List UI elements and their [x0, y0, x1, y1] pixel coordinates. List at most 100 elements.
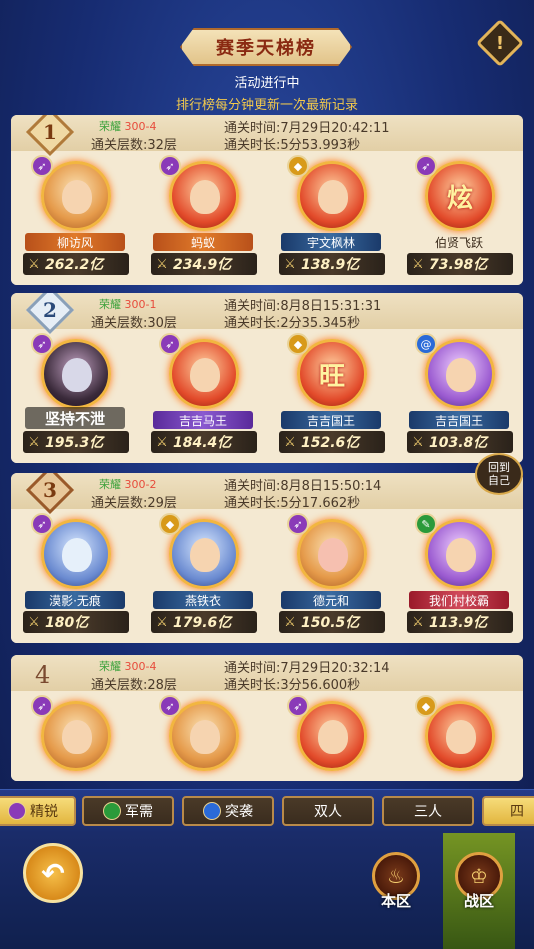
- power-bar: ⚔ 150.5亿: [279, 611, 385, 633]
- hero-slot[interactable]: @ 吉吉国王 ⚔ 103.8亿: [401, 333, 517, 453]
- power-bar: ⚔ 73.98亿: [407, 253, 513, 275]
- power-bar: ⚔ 195.3亿: [23, 431, 129, 453]
- rank-card-1[interactable]: 1 荣耀 300-4 通关层数:32层 通关时间:7月29日20:42:11 通…: [11, 115, 523, 285]
- title-banner: 赛季天梯榜: [180, 28, 352, 66]
- power-bar: ⚔ 184.4亿: [151, 431, 257, 453]
- bow-icon: ➶: [159, 333, 181, 355]
- sword-icon: ⚔: [28, 256, 40, 272]
- rank-card-4[interactable]: 4 荣耀 300-4 通关层数:28层 通关时间:7月29日20:32:14 通…: [11, 655, 523, 781]
- hero-slot[interactable]: ✎ 我们村校霸 ⚔ 113.9亿: [401, 513, 517, 633]
- rank-gold-icon: 1: [25, 115, 75, 157]
- tab-supply[interactable]: 军需: [82, 796, 174, 826]
- hero-slot[interactable]: ➶: [17, 695, 133, 781]
- category-tabs: 精锐 军需 突袭 双人 三人 四: [0, 789, 534, 833]
- shield-icon: ◆: [287, 333, 309, 355]
- hero-name: 蚂蚁: [153, 233, 253, 251]
- tab-raid[interactable]: 突袭: [182, 796, 274, 826]
- bow-icon: [8, 802, 26, 820]
- sword-icon: ⚔: [412, 256, 424, 272]
- server-tag: 荣耀 300-1: [99, 298, 157, 311]
- hero-name: 德元和: [281, 591, 381, 609]
- rank-badge: 3: [19, 473, 81, 515]
- sword-icon: ⚔: [284, 434, 296, 450]
- bow-icon: ➶: [159, 155, 181, 177]
- tab-duo[interactable]: 双人: [282, 796, 374, 826]
- hero-slot[interactable]: 炫 ➶ 伯贤飞跃 ⚔ 73.98亿: [401, 155, 517, 275]
- hero-slot[interactable]: ➶ 漠影·无痕 ⚔ 180亿: [17, 513, 133, 633]
- rank-card-3[interactable]: 3 荣耀 300-2 通关层数:29层 通关时间:8月8日15:50:14 通关…: [11, 473, 523, 643]
- rank-silver-icon: 2: [25, 293, 75, 335]
- swirl-icon: [203, 802, 221, 820]
- pass-duration: 通关时长:3分56.600秒: [224, 678, 361, 693]
- power-bar: ⚔ 113.9亿: [407, 611, 513, 633]
- shield-icon: ◆: [159, 513, 181, 535]
- hero-name: 漠影·无痕: [25, 591, 125, 609]
- hero-slot[interactable]: ➶ 德元和 ⚔ 150.5亿: [273, 513, 389, 633]
- sword-icon: ⚔: [284, 256, 296, 272]
- power-bar: ⚔ 262.2亿: [23, 253, 129, 275]
- sword-icon: ⚔: [156, 256, 168, 272]
- leaf-icon: ✎: [415, 513, 437, 535]
- power-bar: ⚔ 180亿: [23, 611, 129, 633]
- hero-slot[interactable]: ➶ 柳访风 ⚔ 262.2亿: [17, 155, 133, 275]
- hero-name: 柳访风: [25, 233, 125, 251]
- back-arrow-icon[interactable]: ↶: [23, 843, 83, 903]
- power-bar: ⚔ 152.6亿: [279, 431, 385, 453]
- rank-number: 4: [35, 661, 51, 689]
- sword-icon: ⚔: [28, 434, 40, 450]
- sword-icon: ⚔: [412, 614, 424, 630]
- bow-icon: ➶: [415, 155, 437, 177]
- floors-cleared: 通关层数:28层: [91, 678, 177, 693]
- hero-slot[interactable]: ➶ 吉吉马王 ⚔ 184.4亿: [145, 333, 261, 453]
- hero-slot[interactable]: ◆ 宇文枫林 ⚔ 138.9亿: [273, 155, 389, 275]
- hero-slot[interactable]: ➶ 坚持不泄 ⚔ 195.3亿: [17, 333, 133, 453]
- sword-icon: ⚔: [156, 614, 168, 630]
- swirl-icon: @: [415, 333, 437, 355]
- hero-name: 吉吉马王: [153, 411, 253, 429]
- pass-duration: 通关时长:5分53.993秒: [224, 138, 361, 153]
- shield-icon: ◆: [415, 695, 437, 717]
- nav-war-zone[interactable]: ♔ 战区: [449, 852, 509, 912]
- floors-cleared: 通关层数:29层: [91, 496, 177, 511]
- floors-cleared: 通关层数:32层: [91, 138, 177, 153]
- rank-card-2[interactable]: 2 荣耀 300-1 通关层数:30层 通关时间:8月8日15:31:31 通关…: [11, 293, 523, 463]
- exclamation-icon: !: [495, 32, 505, 54]
- hero-slot[interactable]: ➶: [273, 695, 389, 781]
- bow-icon: ➶: [287, 695, 309, 717]
- rank-badge: 1: [19, 115, 81, 157]
- shield-icon: ◆: [287, 155, 309, 177]
- bow-icon: ➶: [159, 695, 181, 717]
- hero-name: 吉吉国王: [409, 411, 509, 429]
- hero-name: 吉吉国王: [281, 411, 381, 429]
- hero-slot[interactable]: ◆: [401, 695, 517, 781]
- sword-icon: ⚔: [412, 434, 424, 450]
- hero-slot[interactable]: 旺 ◆ 吉吉国王 ⚔ 152.6亿: [273, 333, 389, 453]
- sword-icon: ⚔: [156, 434, 168, 450]
- bow-icon: ➶: [287, 513, 309, 535]
- power-bar: ⚔ 234.9亿: [151, 253, 257, 275]
- floors-cleared: 通关层数:30层: [91, 316, 177, 331]
- page-title: 赛季天梯榜: [216, 38, 316, 59]
- hero-name: 我们村校霸: [409, 591, 509, 609]
- tab-elite[interactable]: 精锐: [0, 796, 76, 826]
- bow-icon: ➶: [31, 695, 53, 717]
- back-to-self-button[interactable]: 回到 自己: [475, 453, 523, 495]
- hero-slot[interactable]: ➶ 蚂蚁 ⚔ 234.9亿: [145, 155, 261, 275]
- bow-icon: ➶: [31, 513, 53, 535]
- hero-name: 宇文枫林: [281, 233, 381, 251]
- hero-name: 燕铁衣: [153, 591, 253, 609]
- bow-icon: ➶: [31, 333, 53, 355]
- server-tag: 荣耀 300-4: [99, 120, 157, 133]
- activity-status: 活动进行中: [234, 76, 300, 91]
- sword-icon: ⚔: [28, 614, 40, 630]
- hero-slot[interactable]: ➶: [145, 695, 261, 781]
- tab-quad[interactable]: 四: [482, 796, 534, 826]
- update-notice: 排行榜每分钟更新一次最新记录: [175, 98, 358, 113]
- server-tag: 荣耀 300-4: [99, 660, 157, 673]
- hero-slot[interactable]: ◆ 燕铁衣 ⚔ 179.6亿: [145, 513, 261, 633]
- hero-overlay-text: 坚持不泄: [25, 407, 125, 429]
- server-tag: 荣耀 300-2: [99, 478, 157, 491]
- tab-trio[interactable]: 三人: [382, 796, 474, 826]
- power-bar: ⚔ 138.9亿: [279, 253, 385, 275]
- nav-local-server[interactable]: ♨ 本区: [366, 852, 426, 912]
